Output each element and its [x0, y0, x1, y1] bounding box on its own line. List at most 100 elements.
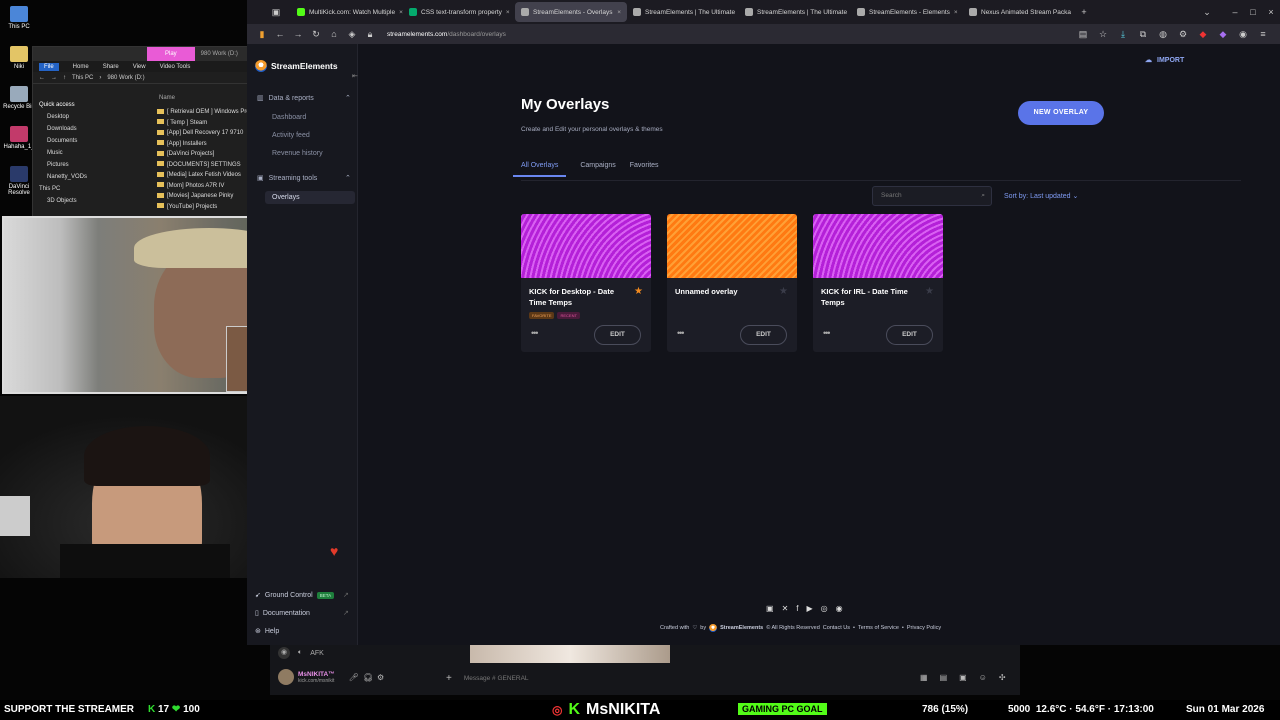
- gear-icon[interactable]: ⚙: [377, 673, 384, 682]
- add-attachment-icon[interactable]: +: [446, 673, 452, 684]
- nav-quick-access[interactable]: Quick access: [39, 99, 147, 111]
- tab-css-text-transform[interactable]: CSS text-transform property ×: [403, 2, 515, 22]
- list-item[interactable]: [ Temp ] Steam: [157, 118, 251, 129]
- back-arrow-icon[interactable]: ←: [39, 75, 45, 81]
- close-icon[interactable]: ×: [506, 9, 510, 16]
- nav-desktop[interactable]: Desktop: [39, 111, 147, 123]
- list-item[interactable]: [DOCUMENTS] SETTINGS: [157, 160, 251, 171]
- tab-streamelements-overlays[interactable]: StreamElements - Overlays ×: [515, 2, 627, 22]
- drive-tab[interactable]: 980 Work (D:): [201, 51, 238, 57]
- overlay-thumbnail[interactable]: [813, 214, 943, 278]
- sidebar-toggle-icon[interactable]: ▮: [253, 29, 271, 40]
- microphone-icon[interactable]: 🎤︎: [349, 673, 359, 682]
- overlay-card[interactable]: KICK for IRL - Date Time Temps ★ ••• EDI…: [813, 214, 943, 352]
- desktop-icon-davinci[interactable]: DaVinci Resolve: [2, 166, 36, 196]
- lock-icon[interactable]: 🔒︎: [361, 29, 379, 40]
- tab-favorites[interactable]: Favorites: [630, 162, 659, 177]
- section-data-reports[interactable]: ▥ Data & reports ⌃: [257, 94, 351, 103]
- ribbon-file[interactable]: File: [39, 62, 59, 71]
- message-input[interactable]: + Message # GENERAL: [446, 673, 529, 684]
- discord-user-panel[interactable]: MsNIKITA™ kick.com/msnikit 🎤︎ 🎧︎ ⚙: [278, 669, 384, 685]
- tab-streamelements-elements[interactable]: StreamElements - Elements ×: [851, 2, 963, 22]
- list-item[interactable]: [Mom] Photos A7R IV: [157, 181, 251, 192]
- list-item[interactable]: [YouTube] Projects: [157, 202, 251, 213]
- list-item[interactable]: [ Retrieval OEM ] Windows Pro: [157, 107, 251, 118]
- avatar[interactable]: [278, 669, 294, 685]
- collapse-sidebar-icon[interactable]: ⇤: [352, 72, 358, 80]
- url-field[interactable]: streamelements.com/dashboard/overlays: [387, 31, 506, 38]
- instagram-icon[interactable]: ◎: [821, 604, 828, 613]
- list-item[interactable]: [Media] Latex Fetish Videos: [157, 170, 251, 181]
- favorite-star-icon[interactable]: ★: [634, 286, 643, 297]
- favorite-star-icon[interactable]: ★: [779, 286, 788, 297]
- import-button[interactable]: ☁ IMPORT: [1145, 56, 1184, 65]
- search-input[interactable]: Search ⌕: [872, 186, 992, 206]
- sidebar-item-activity-feed[interactable]: Activity feed: [272, 132, 310, 139]
- sticker-icon[interactable]: ▣: [959, 673, 967, 682]
- nav-this-pc[interactable]: This PC: [39, 183, 147, 195]
- nav-nanetty-vods[interactable]: Nanetty_VODs: [39, 171, 147, 183]
- list-item[interactable]: [App] Dell Recovery 17 9710: [157, 128, 251, 139]
- sidebar-ground-control[interactable]: ➹ Ground Control BETA ↗: [255, 591, 349, 599]
- overlay-card[interactable]: Unnamed overlay ★ ••• EDIT: [667, 214, 797, 352]
- tab-list-icon[interactable]: ⌄: [1198, 7, 1216, 18]
- address-drive[interactable]: 980 Work (D:): [107, 75, 144, 81]
- tab-nexus[interactable]: Nexus Animated Stream Packa×: [963, 2, 1075, 22]
- desktop-icon-recycle-bin[interactable]: Recycle Bin: [2, 86, 36, 110]
- bookmark-star-icon[interactable]: ☆: [1094, 29, 1112, 40]
- reload-icon[interactable]: ↻: [307, 29, 325, 40]
- gift-icon[interactable]: ▦: [920, 673, 928, 682]
- extension-icon[interactable]: ◆: [1214, 29, 1232, 40]
- sort-dropdown[interactable]: Sort by: Last updated ⌄: [1004, 192, 1078, 200]
- more-options-icon[interactable]: •••: [823, 328, 831, 338]
- list-item[interactable]: [App] Installers: [157, 139, 251, 150]
- minimize-icon[interactable]: –: [1226, 7, 1244, 17]
- favorite-star-icon[interactable]: ★: [925, 286, 934, 297]
- close-icon[interactable]: ×: [617, 9, 621, 16]
- tab-streamelements-ultimate-1[interactable]: StreamElements | The Ultimate×: [627, 2, 739, 22]
- play-tab[interactable]: Play: [147, 47, 195, 61]
- headphones-icon[interactable]: 🎧︎: [363, 673, 373, 682]
- section-streaming-tools[interactable]: ▣ Streaming tools ⌃: [257, 174, 351, 183]
- close-icon[interactable]: ×: [954, 9, 958, 16]
- tab-all-overlays[interactable]: All Overlays: [513, 162, 567, 177]
- contact-us-link[interactable]: Contact Us: [823, 625, 850, 631]
- window-close-icon[interactable]: ×: [1262, 7, 1280, 17]
- overlay-card[interactable]: KICK for Desktop - Date Time Temps ★ FAV…: [521, 214, 651, 352]
- youtube-icon[interactable]: ▶: [807, 604, 813, 613]
- extensions-icon[interactable]: ⧉: [1134, 29, 1152, 40]
- address-this-pc[interactable]: This PC: [72, 75, 93, 81]
- edit-button[interactable]: EDIT: [740, 325, 787, 345]
- sidebar-item-overlays[interactable]: Overlays: [265, 191, 355, 204]
- overlay-thumbnail[interactable]: [667, 214, 797, 278]
- emoji-icon[interactable]: ☺: [979, 673, 987, 682]
- reader-icon[interactable]: ▤: [1074, 29, 1092, 40]
- list-item[interactable]: [DaVinci Projects]: [157, 149, 251, 160]
- explorer-address-bar[interactable]: ← → ↑ This PC › 980 Work (D:): [33, 72, 249, 84]
- account-icon[interactable]: ◉: [1234, 29, 1252, 40]
- nav-downloads[interactable]: Downloads: [39, 123, 147, 135]
- list-item[interactable]: [Movies] Japanese Pinky: [157, 191, 251, 202]
- ribbon-home[interactable]: Home: [73, 64, 89, 70]
- more-options-icon[interactable]: •••: [531, 328, 539, 338]
- extension-icon[interactable]: ⚙: [1174, 29, 1192, 40]
- terms-link[interactable]: Terms of Service: [858, 625, 899, 631]
- desktop-icon-this-pc[interactable]: This PC: [2, 6, 36, 30]
- apps-icon[interactable]: ✣: [999, 673, 1006, 682]
- desktop-icon-niki[interactable]: Niki: [2, 46, 36, 70]
- extension-icon[interactable]: ◍: [1154, 29, 1172, 40]
- extension-icon[interactable]: ◆: [1194, 29, 1212, 40]
- sidebar-documentation[interactable]: ▯ Documentation ↗: [255, 609, 349, 618]
- column-name-header[interactable]: Name: [159, 95, 175, 101]
- maximize-icon[interactable]: □: [1244, 7, 1262, 17]
- home-icon[interactable]: ⌂: [325, 29, 343, 39]
- ribbon-video-tools[interactable]: Video Tools: [160, 64, 191, 70]
- back-arrow-icon[interactable]: ←: [271, 29, 289, 39]
- discord-icon[interactable]: ◉: [836, 604, 843, 613]
- privacy-link[interactable]: Privacy Policy: [907, 625, 941, 631]
- menu-icon[interactable]: ≡: [1254, 29, 1272, 40]
- tab-overview-icon[interactable]: ▣: [267, 7, 285, 18]
- sidebar-help[interactable]: ⊛ Help: [255, 627, 279, 636]
- nav-music[interactable]: Music: [39, 147, 147, 159]
- nav-documents[interactable]: Documents: [39, 135, 147, 147]
